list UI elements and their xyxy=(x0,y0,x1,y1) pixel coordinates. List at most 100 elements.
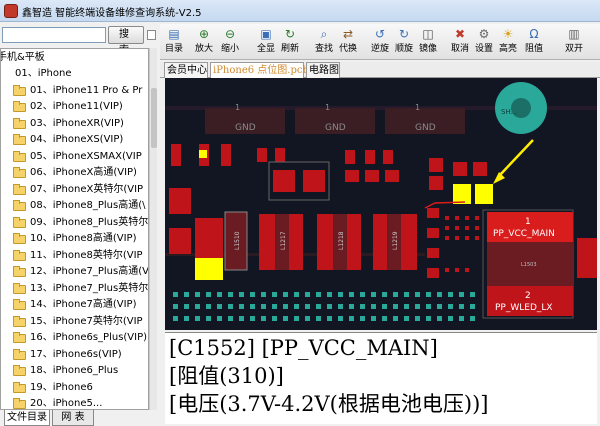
tree-item[interactable]: 07、iPhoneX英特尔(VIP xyxy=(13,182,143,198)
tree-item[interactable]: 01、iPhone11 Pro & Pr xyxy=(13,83,142,99)
tree-item[interactable]: 06、iPhoneX高通(VIP) xyxy=(13,165,137,181)
tree-item[interactable]: 13、iPhone7_Plus英特尔 xyxy=(13,281,148,297)
tree-item[interactable]: 10、iPhone8高通(VIP) xyxy=(13,231,136,247)
tree-item[interactable]: 03、iPhoneXR(VIP) xyxy=(13,116,124,132)
folder-icon xyxy=(13,249,26,261)
cancel-icon: ✖ xyxy=(454,27,466,41)
left-panel: 搜 索 手机&平板 01、iPhone 01、iPhone11 Pro & Pr 0… xyxy=(0,24,157,426)
mirror-icon: ◫ xyxy=(422,27,434,41)
pointer-arrow xyxy=(498,139,534,177)
toolbar-button-resistance[interactable]: Ω 阻值 xyxy=(522,25,546,59)
tree-item[interactable]: 08、iPhone8_Plus高通(\ xyxy=(13,198,145,214)
tree-item-label: 13、iPhone7_Plus英特尔 xyxy=(30,282,149,294)
teal-pad xyxy=(294,304,299,309)
toolbar-button-highlight[interactable]: ☀ 高亮 xyxy=(496,25,520,59)
toolbar-button-fit-all[interactable]: ▣ 全显 xyxy=(254,25,278,59)
tree-item[interactable]: 11、iPhone8英特尔(VIP xyxy=(13,248,143,264)
teal-pad xyxy=(459,304,464,309)
component-pad xyxy=(473,162,487,176)
resistance-icon: Ω xyxy=(529,27,539,41)
toolbar-label: 代换 xyxy=(338,44,357,54)
tree-item[interactable]: 05、iPhoneXSMAX(VIP xyxy=(13,149,142,165)
folder-icon xyxy=(13,398,26,409)
teal-pad xyxy=(349,292,354,297)
component-pad xyxy=(429,176,443,190)
component-pad xyxy=(169,228,191,254)
teal-pad xyxy=(415,316,420,321)
search-input[interactable] xyxy=(2,27,106,43)
part-label: L1217 xyxy=(280,231,287,250)
tab-netlist[interactable]: 网 表 xyxy=(52,410,94,426)
toolbar-button-cancel[interactable]: ✖ 取消 xyxy=(448,25,472,59)
component-pad xyxy=(171,144,181,166)
teal-pad xyxy=(261,316,266,321)
teal-pads xyxy=(173,292,475,321)
doc-tab[interactable]: 电路图 xyxy=(306,62,340,78)
teal-pad xyxy=(305,316,310,321)
toolbar-button-refresh[interactable]: ↻ 刷新 xyxy=(278,25,302,59)
tree-item[interactable]: 04、iPhoneXS(VIP) xyxy=(13,132,123,148)
tab-file-directory[interactable]: 文件目录 xyxy=(4,410,50,426)
toolbar-button-zoom-out[interactable]: ⊖ 缩小 xyxy=(218,25,242,59)
pointer-arrowhead xyxy=(493,172,505,184)
teal-pad xyxy=(327,292,332,297)
tree-item-label: 17、iPhone6s(VIP) xyxy=(30,348,122,360)
tree-item[interactable]: 01、iPhone xyxy=(15,66,71,82)
component-pad xyxy=(365,170,379,182)
teal-pad xyxy=(195,316,200,321)
tree-item[interactable]: 17、iPhone6s(VIP) xyxy=(13,347,122,363)
fit-all-icon: ▣ xyxy=(260,27,272,41)
toolbar-button-mirror[interactable]: ◫ 镜像 xyxy=(416,25,440,59)
toolbar-button-rotate-cw[interactable]: ↻ 顺旋 xyxy=(392,25,416,59)
teal-pad xyxy=(283,316,288,321)
file-tree[interactable]: 手机&平板 01、iPhone 01、iPhone11 Pro & Pr 02、iP… xyxy=(0,48,149,410)
doc-tab[interactable]: 会员中心 xyxy=(164,62,208,78)
tree-item-label: 15、iPhone7英特尔(VIP xyxy=(30,315,143,327)
tree-item-label: 18、iPhone6_Plus xyxy=(30,365,119,376)
folder-icon xyxy=(13,183,26,195)
pin-number: 1 xyxy=(325,103,330,112)
toolbar-button-catalog[interactable]: ▤ 目录 xyxy=(162,25,186,59)
teal-pad xyxy=(470,304,475,309)
tree-item[interactable]: 15、iPhone7英特尔(VIP xyxy=(13,314,143,330)
teal-pad xyxy=(206,316,211,321)
tree-item[interactable]: 20、iPhone5... xyxy=(13,396,102,409)
teal-pad xyxy=(437,304,442,309)
folder-icon xyxy=(13,381,26,393)
doc-tab[interactable]: iPhone6 点位图.pcb xyxy=(210,62,309,78)
tree-scrollbar[interactable] xyxy=(149,48,157,410)
component-pad xyxy=(427,228,439,238)
toolbar-button-rotate-ccw[interactable]: ↺ 逆旋 xyxy=(368,25,392,59)
pcb-view[interactable]: GND GND GND 1 1 1 SH... L1510 L1217 L121… xyxy=(165,78,597,330)
tree-item[interactable]: 12、iPhone7_Plus高通(V xyxy=(13,264,148,280)
tree-item[interactable]: 14、iPhone7高通(VIP) xyxy=(13,297,136,313)
toolbar-button-replace[interactable]: ⇄ 代换 xyxy=(336,25,360,59)
highlighted-pad xyxy=(453,184,471,204)
tree-item-label: 14、iPhone7高通(VIP) xyxy=(30,299,137,310)
tree-item[interactable]: 18、iPhone6_Plus xyxy=(13,363,118,379)
tree-item[interactable]: 09、iPhone8_Plus英特尔 xyxy=(13,215,148,231)
teal-pad xyxy=(327,304,332,309)
toolbar-button-zoom-in[interactable]: ⊕ 放大 xyxy=(192,25,216,59)
teal-pad xyxy=(305,304,310,309)
tree-item[interactable]: 02、iPhone11(VIP) xyxy=(13,99,123,115)
scroll-thumb[interactable] xyxy=(151,88,157,148)
component-pad xyxy=(345,170,359,182)
tree-item[interactable]: 19、iPhone6 xyxy=(13,380,93,396)
gnd-label: GND xyxy=(325,123,346,133)
collapse-button[interactable] xyxy=(147,30,156,40)
toolbar-button-settings[interactable]: ⚙ 设置 xyxy=(472,25,496,59)
tree-item[interactable]: 16、iPhone6s_Plus(VIP) xyxy=(13,330,147,346)
teal-pad xyxy=(371,316,376,321)
toolbar-button-find[interactable]: ⌕ 查找 xyxy=(312,25,336,59)
tree-root[interactable]: 手机&平板 xyxy=(1,50,45,66)
pcb-canvas[interactable]: GND GND GND 1 1 1 SH... L1510 L1217 L121… xyxy=(165,78,597,330)
component-pad xyxy=(169,188,191,214)
teal-pad xyxy=(184,304,189,309)
teal-pad xyxy=(173,292,178,297)
pad-2-net: PP_WLED_LX xyxy=(495,303,553,313)
toolbar-button-dual-open[interactable]: ▥ 双开 xyxy=(562,25,586,59)
search-button[interactable]: 搜 索 xyxy=(108,26,144,56)
teal-pad xyxy=(184,316,189,321)
pin-number: 1 xyxy=(415,103,420,112)
